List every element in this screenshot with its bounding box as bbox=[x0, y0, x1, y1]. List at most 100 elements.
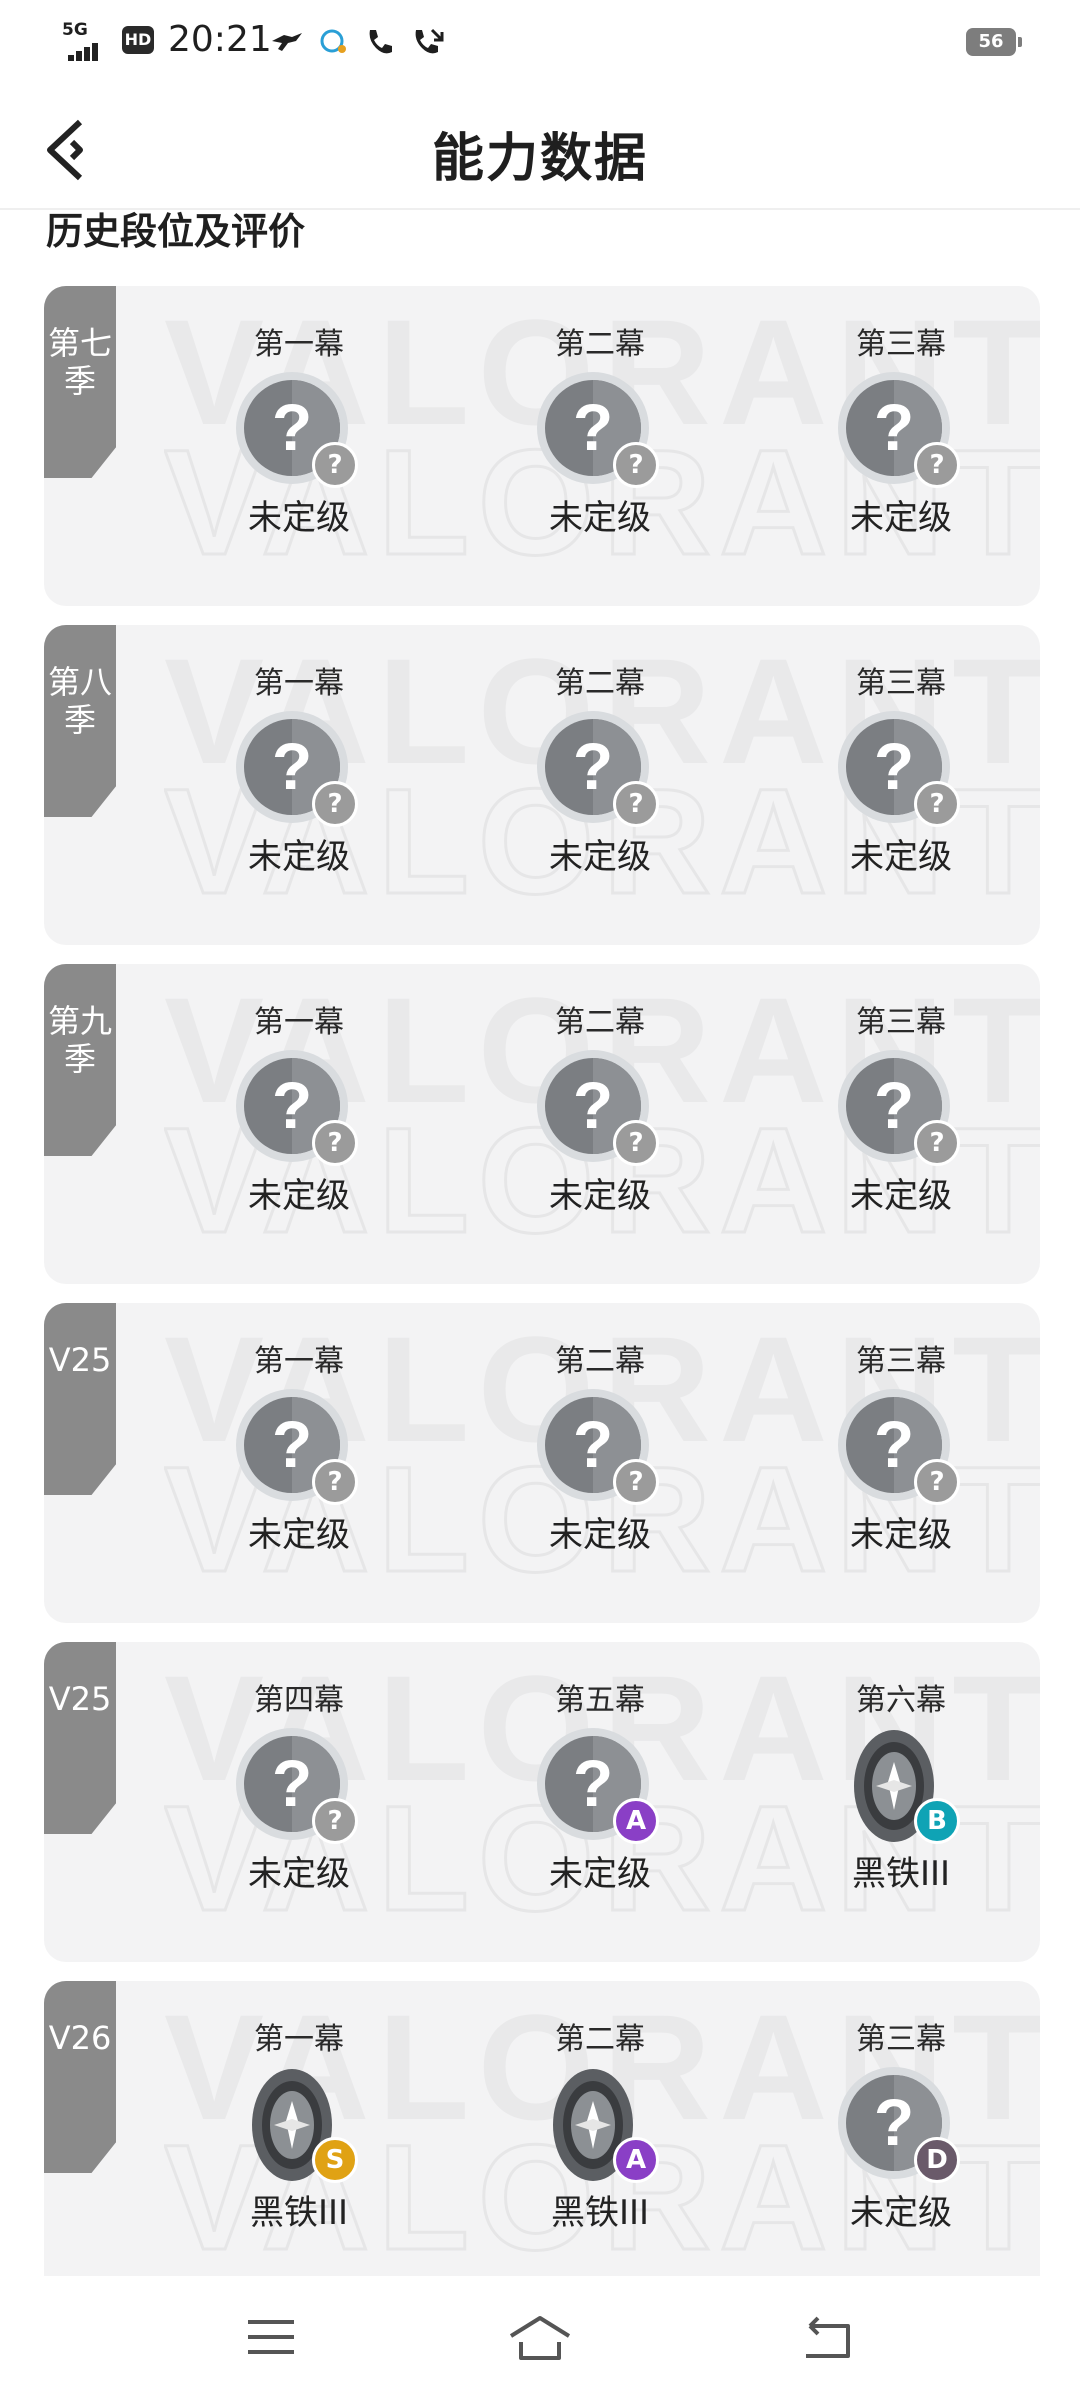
act-item[interactable]: 第二幕?? 未定级 bbox=[470, 1343, 730, 1603]
unranked-icon: ?? bbox=[234, 1048, 364, 1170]
season-tag-label: V25 bbox=[48, 1680, 112, 1718]
rank-name: 未定级 bbox=[549, 1854, 651, 1894]
unranked-icon: ?? bbox=[836, 370, 966, 492]
season-tag-label: V26 bbox=[48, 2019, 112, 2057]
home-button[interactable] bbox=[505, 2302, 575, 2372]
grade-badge: ? bbox=[312, 442, 358, 488]
season-tag: 第七季 bbox=[44, 286, 116, 478]
act-item[interactable]: 第一幕?? 未定级 bbox=[169, 326, 429, 586]
act-label: 第二幕 bbox=[555, 2022, 645, 2057]
return-icon bbox=[806, 2316, 850, 2358]
season-tag-label: 第八季 bbox=[47, 663, 112, 739]
act-item[interactable]: 第五幕 ? A 未定级 bbox=[470, 1682, 730, 1942]
season-card: VALORANTVALORANTV25第一幕??未定级第二幕??未定级第三幕??… bbox=[44, 1303, 1040, 1623]
rank-name: 黑铁III bbox=[851, 1854, 951, 1894]
act-row: 第一幕?? 未定级 第二幕?? 未定级 第三幕?? 未定级 bbox=[194, 1004, 1040, 1264]
phone-icon bbox=[369, 30, 392, 54]
act-label: 第六幕 bbox=[856, 1683, 946, 1718]
rank-name: 未定级 bbox=[248, 498, 350, 538]
act-item[interactable]: 第六幕 B 黑铁III bbox=[771, 1682, 1031, 1942]
act-item[interactable]: 第二幕?? 未定级 bbox=[470, 326, 730, 586]
grade-badge: ? bbox=[914, 781, 960, 827]
rank-name: 未定级 bbox=[549, 837, 651, 877]
act-label: 第一幕 bbox=[254, 666, 344, 701]
rank-name: 未定级 bbox=[850, 498, 952, 538]
act-item[interactable]: 第三幕?? 未定级 bbox=[771, 326, 1031, 586]
act-label: 第二幕 bbox=[555, 327, 645, 362]
rank-name: 未定级 bbox=[248, 1515, 350, 1555]
act-item[interactable]: 第一幕 S 黑铁III bbox=[169, 2021, 429, 2281]
act-row: 第四幕?? 未定级 第五幕? A 未定级 第六幕 B 黑铁III bbox=[194, 1682, 1040, 1942]
grade-badge: ? bbox=[312, 1459, 358, 1505]
clock: 20:21 bbox=[168, 19, 272, 60]
iron-rank-icon: A bbox=[535, 2065, 665, 2187]
menu-icon bbox=[248, 2320, 294, 2354]
act-item[interactable]: 第三幕?? 未定级 bbox=[771, 1004, 1031, 1264]
svg-text:?: ? bbox=[874, 2085, 914, 2159]
header: 能力数据 bbox=[0, 86, 1080, 210]
season-card: VALORANTVALORANT第七季第一幕??未定级第二幕??未定级第三幕??… bbox=[44, 286, 1040, 606]
act-item[interactable]: 第三幕?? 未定级 bbox=[771, 1343, 1031, 1603]
act-label: 第一幕 bbox=[254, 327, 344, 362]
svg-text:?: ? bbox=[573, 1746, 613, 1820]
act-label: 第二幕 bbox=[555, 666, 645, 701]
unranked-icon: ? D bbox=[836, 2065, 966, 2187]
act-item[interactable]: 第三幕? D 未定级 bbox=[771, 2021, 1031, 2281]
grade-badge: A bbox=[613, 2137, 659, 2183]
act-row: 第一幕 S 黑铁III 第二幕 A 黑铁III 第三幕? D 未定级 bbox=[194, 2021, 1040, 2281]
season-card: VALORANTVALORANTV25第四幕??未定级第五幕?A未定级第六幕B黑… bbox=[44, 1642, 1040, 1962]
season-tag: V26 bbox=[44, 1981, 116, 2173]
act-label: 第一幕 bbox=[254, 1005, 344, 1040]
act-item[interactable]: 第三幕?? 未定级 bbox=[771, 665, 1031, 925]
cloud-notification-icon bbox=[320, 29, 346, 53]
season-tag: V25 bbox=[44, 1303, 116, 1495]
grade-badge: ? bbox=[312, 1120, 358, 1166]
act-label: 第四幕 bbox=[254, 1683, 344, 1718]
battery-icon: 56 bbox=[966, 28, 1022, 56]
hd-icon: HD bbox=[122, 26, 154, 54]
back-nav-button[interactable] bbox=[792, 2302, 862, 2372]
rank-name: 未定级 bbox=[850, 2193, 952, 2233]
iron-rank-icon: S bbox=[234, 2065, 364, 2187]
grade-badge: ? bbox=[613, 1459, 659, 1505]
act-row: 第一幕?? 未定级 第二幕?? 未定级 第三幕?? 未定级 bbox=[194, 1343, 1040, 1603]
act-item[interactable]: 第四幕?? 未定级 bbox=[169, 1682, 429, 1942]
section-title: 历史段位及评价 bbox=[46, 210, 305, 253]
season-tag-label: 第九季 bbox=[47, 1002, 112, 1078]
unranked-icon: ?? bbox=[836, 709, 966, 831]
menu-button[interactable] bbox=[236, 2302, 306, 2372]
act-item[interactable]: 第一幕?? 未定级 bbox=[169, 665, 429, 925]
season-tag-label: V25 bbox=[48, 1341, 112, 1379]
missed-call-icon bbox=[415, 28, 444, 54]
rank-name: 未定级 bbox=[850, 837, 952, 877]
unranked-icon: ? A bbox=[535, 1726, 665, 1848]
unranked-icon: ?? bbox=[234, 1387, 364, 1509]
act-item[interactable]: 第一幕?? 未定级 bbox=[169, 1004, 429, 1264]
act-label: 第二幕 bbox=[555, 1344, 645, 1379]
grade-badge: ? bbox=[613, 781, 659, 827]
act-label: 第五幕 bbox=[555, 1683, 645, 1718]
grade-badge: B bbox=[914, 1798, 960, 1844]
grade-badge: ? bbox=[914, 1459, 960, 1505]
svg-text:?: ? bbox=[874, 729, 914, 803]
app-notification-icon bbox=[272, 33, 302, 51]
page-title: 能力数据 bbox=[431, 129, 648, 189]
rank-name: 未定级 bbox=[248, 837, 350, 877]
rank-name: 未定级 bbox=[549, 1515, 651, 1555]
act-item[interactable]: 第二幕?? 未定级 bbox=[470, 1004, 730, 1264]
act-label: 第二幕 bbox=[555, 1005, 645, 1040]
grade-badge: ? bbox=[613, 1120, 659, 1166]
grade-badge: ? bbox=[613, 442, 659, 488]
grade-badge: ? bbox=[312, 1798, 358, 1844]
act-label: 第一幕 bbox=[254, 1344, 344, 1379]
act-item[interactable]: 第二幕 A 黑铁III bbox=[470, 2021, 730, 2281]
act-row: 第一幕?? 未定级 第二幕?? 未定级 第三幕?? 未定级 bbox=[194, 665, 1040, 925]
status-bar: 5G HD 20:21 56 bbox=[0, 0, 1080, 86]
svg-text:?: ? bbox=[573, 1407, 613, 1481]
act-label: 第三幕 bbox=[856, 1005, 946, 1040]
grade-badge: D bbox=[914, 2137, 960, 2183]
act-item[interactable]: 第一幕?? 未定级 bbox=[169, 1343, 429, 1603]
act-item[interactable]: 第二幕?? 未定级 bbox=[470, 665, 730, 925]
season-card: VALORANTVALORANT第八季第一幕??未定级第二幕??未定级第三幕??… bbox=[44, 625, 1040, 945]
svg-text:?: ? bbox=[573, 729, 613, 803]
